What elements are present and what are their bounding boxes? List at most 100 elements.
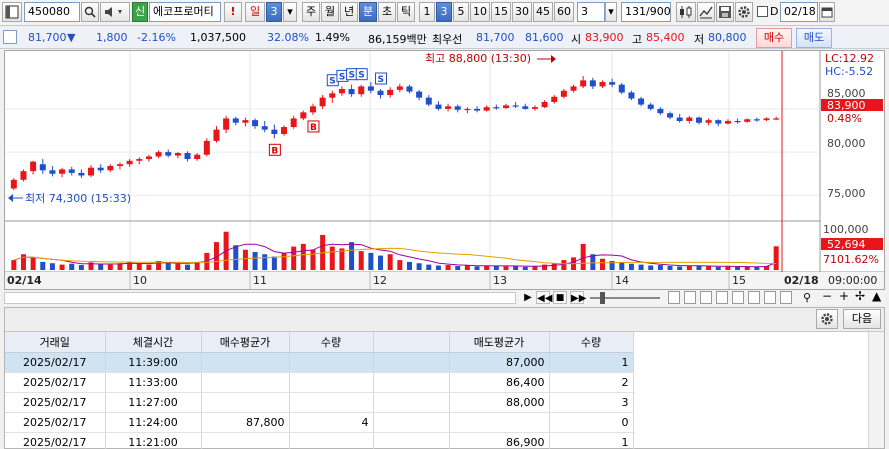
zoom-out-icon[interactable]: − xyxy=(822,290,834,303)
candle-body xyxy=(724,121,731,124)
col-buy-avg[interactable]: 매수평균가 xyxy=(201,332,290,353)
period-day-button[interactable]: 일 xyxy=(245,2,265,22)
speaker-icon[interactable] xyxy=(100,2,130,22)
buy-button[interactable]: 매수 xyxy=(756,28,792,48)
candle-body xyxy=(319,97,326,107)
candle-body xyxy=(445,106,452,109)
col-exec-time[interactable]: 체결시간 xyxy=(105,332,202,353)
candle-body xyxy=(541,101,548,108)
current-price-tag: 83,900 xyxy=(827,99,866,112)
period-second-button[interactable]: 초 xyxy=(378,2,396,22)
period-minute-button[interactable]: 분 xyxy=(359,2,377,22)
col-blank[interactable] xyxy=(373,332,450,353)
cell-sell-avg: 88,000 xyxy=(449,392,550,413)
candle-body xyxy=(338,89,345,94)
fast-forward-icon[interactable]: ▶▶ xyxy=(570,291,586,304)
volume-bar xyxy=(638,264,644,270)
period-year-button[interactable]: 년 xyxy=(340,2,358,22)
open-label: 시 xyxy=(571,33,582,46)
candle-body xyxy=(734,121,741,123)
volume-bar xyxy=(677,266,683,270)
stop-icon[interactable]: ■ xyxy=(553,291,567,304)
period-month-button[interactable]: 월 xyxy=(321,2,339,22)
price-chart-panel[interactable]: BBSSSSS 최고 88,800 (13:30) 최저 74,300 (15:… xyxy=(4,50,885,290)
date-checkbox[interactable] xyxy=(757,6,768,17)
cell-buy-avg xyxy=(201,392,290,413)
rewind-icon[interactable]: ◀◀ xyxy=(536,291,552,304)
volume-layer xyxy=(11,231,779,270)
col-sell-qty[interactable]: 수량 xyxy=(549,332,634,353)
layout-icon-7[interactable] xyxy=(764,291,776,304)
zoom-in-icon[interactable]: + xyxy=(839,290,851,303)
minute-5-button[interactable]: 5 xyxy=(453,2,469,22)
candle-body xyxy=(676,117,683,121)
minute-3-button[interactable]: 3 xyxy=(436,2,452,22)
interval-select[interactable]: 3 xyxy=(577,2,605,22)
stock-code-input[interactable]: 450080 xyxy=(24,2,80,22)
table-row[interactable]: 2025/02/17 11:39:00 87,000 1 xyxy=(5,352,634,373)
table-scrollbar[interactable] xyxy=(868,332,884,448)
volume-bar xyxy=(484,265,490,270)
candle-body xyxy=(551,96,558,102)
volume-bar xyxy=(281,252,287,270)
zoom-search-icon[interactable]: ⚲ xyxy=(803,291,815,304)
layout-icon-4[interactable] xyxy=(716,291,728,304)
layout-icon-6[interactable] xyxy=(748,291,760,304)
col-buy-qty[interactable]: 수량 xyxy=(289,332,374,353)
sell-signal-label: S xyxy=(329,77,335,87)
candle-body xyxy=(174,153,181,156)
table-settings-gear-icon[interactable] xyxy=(816,309,838,329)
layout-icon-5[interactable] xyxy=(732,291,744,304)
layout-icon-1[interactable] xyxy=(668,291,680,304)
col-trade-date[interactable]: 거래일 xyxy=(5,332,106,353)
window-menu-icon[interactable] xyxy=(2,2,22,22)
date-input[interactable]: 02/18 xyxy=(780,2,818,22)
hc-indicator: HC:-5.52 xyxy=(825,65,873,78)
calendar-icon[interactable] xyxy=(819,2,835,22)
period-week-button[interactable]: 주 xyxy=(302,2,320,22)
minute-1-button[interactable]: 1 xyxy=(419,2,435,22)
col-sell-avg[interactable]: 매도평균가 xyxy=(449,332,550,353)
volume-bar xyxy=(349,242,355,270)
play-icon[interactable]: ▶ xyxy=(522,291,534,304)
alert-icon[interactable]: ! xyxy=(224,2,242,22)
volume-bar xyxy=(78,265,84,270)
candle-type-icon[interactable] xyxy=(676,2,696,22)
volume-bar xyxy=(49,263,55,270)
settings-gear-icon[interactable] xyxy=(735,2,753,22)
save-icon[interactable] xyxy=(716,2,734,22)
minute-15-button[interactable]: 15 xyxy=(491,2,511,22)
table-row[interactable]: 2025/02/17 11:27:00 88,000 3 xyxy=(5,392,634,413)
minute-45-button[interactable]: 45 xyxy=(533,2,553,22)
day-count-box[interactable]: 3 xyxy=(266,2,282,22)
expand-up-icon[interactable]: ▲ xyxy=(872,290,884,303)
stock-name-field[interactable]: 에코프로머티 xyxy=(149,2,221,22)
minute-10-button[interactable]: 10 xyxy=(470,2,490,22)
sell-button[interactable]: 매도 xyxy=(796,28,832,48)
top-toolbar: 450080 신 에코프로머티 ! 일 3 ▾ 주 월 년 분 초 틱 1 3 … xyxy=(0,0,889,26)
quote-toggle-checkbox[interactable] xyxy=(3,30,17,44)
compare-chart-icon[interactable] xyxy=(697,2,715,22)
next-page-button[interactable]: 다음 xyxy=(843,309,881,329)
zoom-slider-handle[interactable] xyxy=(600,292,605,304)
volume-bar xyxy=(464,265,470,270)
layout-icon-3[interactable] xyxy=(700,291,712,304)
move-icon[interactable]: ✢ xyxy=(855,290,867,303)
candle-body xyxy=(97,167,104,171)
candlestick-chart[interactable]: BBS S S S S 최고 88,800 (13:30) 최저 74,300 (15:… xyxy=(5,51,884,289)
layout-icon-8[interactable] xyxy=(780,291,792,304)
table-row[interactable]: 2025/02/17 11:33:00 86,400 2 xyxy=(5,372,634,393)
minute-60-button[interactable]: 60 xyxy=(554,2,574,22)
minute-30-button[interactable]: 30 xyxy=(512,2,532,22)
search-icon[interactable] xyxy=(81,2,99,22)
layout-icon-2[interactable] xyxy=(684,291,696,304)
day-count-dropdown-icon[interactable]: ▾ xyxy=(283,2,297,22)
table-row[interactable]: 2025/02/17 11:24:00 87,800 4 0 xyxy=(5,412,634,433)
volume-bar xyxy=(445,265,451,270)
candle-body xyxy=(10,179,17,189)
chart-scroll-track[interactable] xyxy=(4,292,516,304)
period-tick-button[interactable]: 틱 xyxy=(397,2,415,22)
table-row[interactable]: 2025/02/17 11:21:00 86,900 1 xyxy=(5,432,634,449)
interval-dropdown-icon[interactable]: ▾ xyxy=(605,2,617,22)
volume-bar xyxy=(706,266,712,270)
